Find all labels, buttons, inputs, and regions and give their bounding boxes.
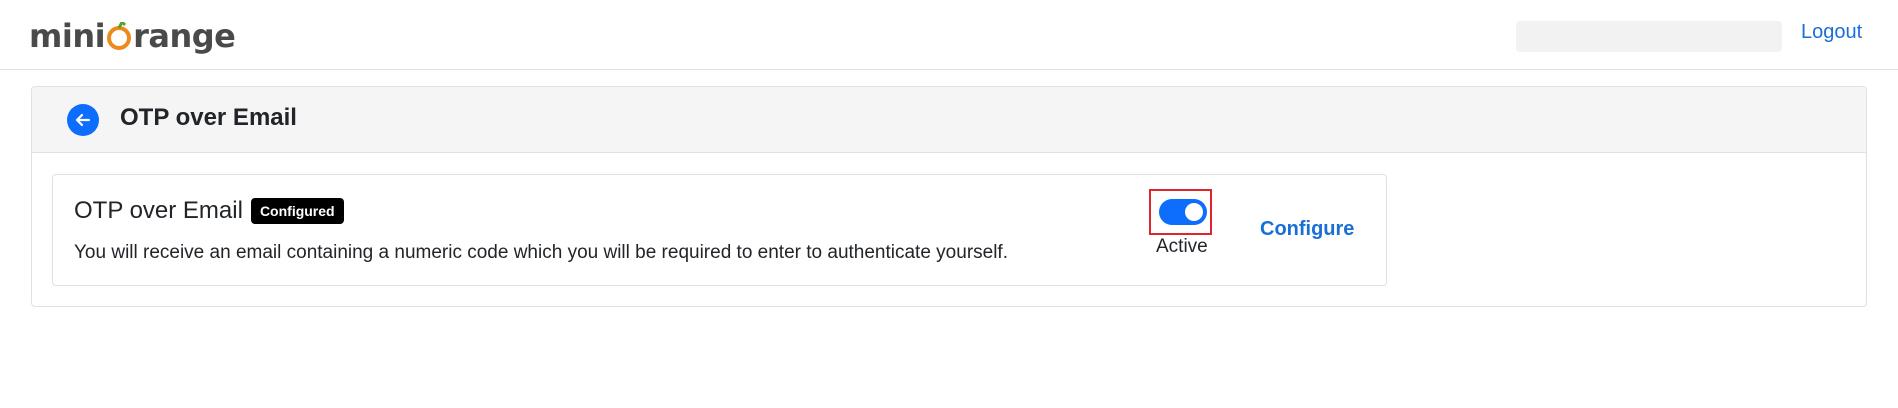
logo-text-suffix: range xyxy=(133,17,236,55)
toggle-knob xyxy=(1185,203,1203,221)
otp-email-card: OTP over Email OTP over Email Configured… xyxy=(31,86,1867,307)
card-header: OTP over Email xyxy=(32,87,1866,153)
logout-link[interactable]: Logout xyxy=(1801,21,1862,44)
arrow-left-icon xyxy=(75,113,91,127)
method-description: You will receive an email containing a n… xyxy=(74,242,1008,263)
otp-method-panel: OTP over Email Configured You will recei… xyxy=(52,174,1387,286)
logo-text-prefix: mini xyxy=(29,17,106,55)
active-toggle[interactable] xyxy=(1159,199,1207,225)
orange-o-logo-icon xyxy=(107,22,132,50)
back-button[interactable] xyxy=(67,104,99,136)
status-label: Active xyxy=(1156,236,1208,257)
configured-badge: Configured xyxy=(250,198,344,224)
toggle-highlight-frame xyxy=(1149,189,1212,235)
method-title-text: OTP over Email xyxy=(74,197,243,224)
page-title: OTP over Email xyxy=(120,104,297,131)
method-title: OTP over Email Configured xyxy=(74,197,344,225)
user-name-placeholder xyxy=(1516,21,1782,52)
configure-link[interactable]: Configure xyxy=(1260,218,1354,241)
top-bar: mini range Logout xyxy=(0,0,1898,70)
miniorange-logo[interactable]: mini range xyxy=(29,11,236,55)
